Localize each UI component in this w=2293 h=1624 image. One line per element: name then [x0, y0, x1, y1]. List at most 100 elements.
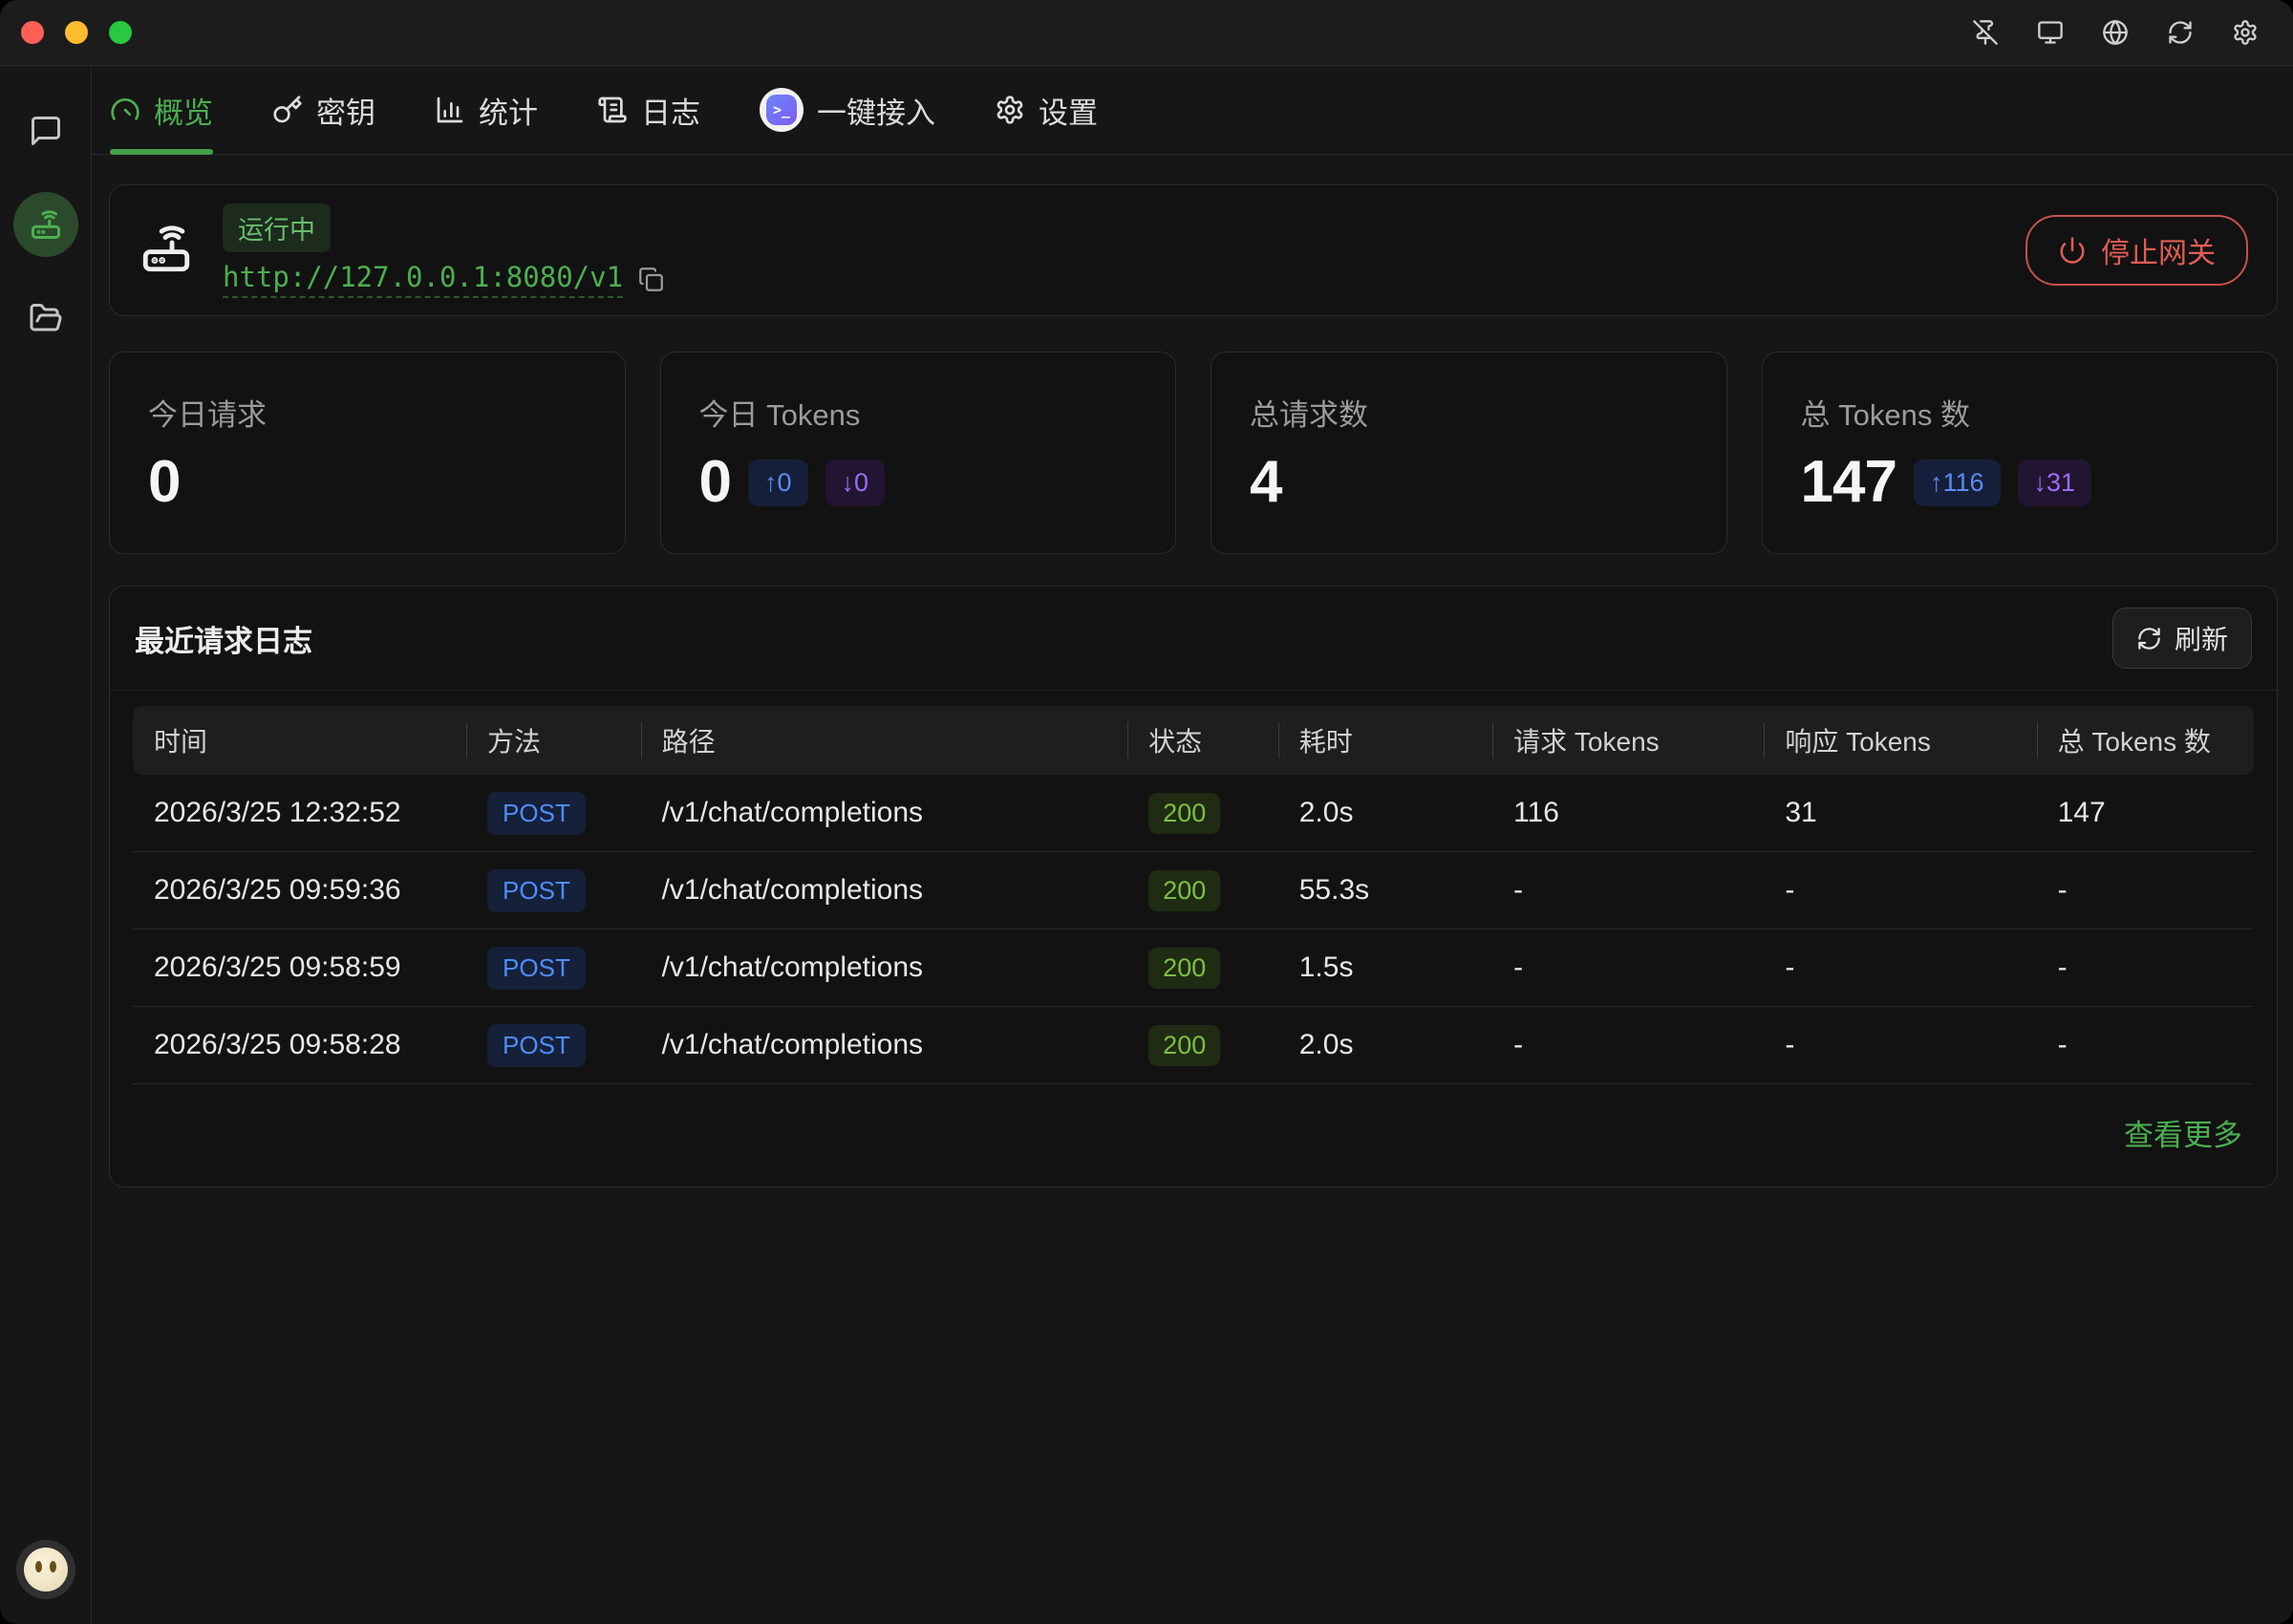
tab-label: 概览	[154, 89, 213, 132]
input-tokens-badge: ↑116	[1914, 459, 2001, 506]
tab-keys[interactable]: 密钥	[272, 66, 375, 154]
table-row: 2026/3/25 09:58:59 POST /v1/chat/complet…	[133, 930, 2254, 1007]
sidebar-item-files[interactable]	[13, 286, 78, 351]
maximize-window-button[interactable]	[109, 21, 132, 44]
stat-cards-row: 今日请求 0 今日 Tokens 0 ↑0 ↓0	[109, 352, 2278, 554]
status-code-badge: 200	[1148, 1025, 1220, 1066]
table-row: 2026/3/25 09:58:28 POST /v1/chat/complet…	[133, 1007, 2254, 1084]
method-badge: POST	[487, 869, 586, 912]
stat-card-today-requests: 今日请求 0	[109, 352, 626, 554]
cell-duration: 1.5s	[1278, 951, 1492, 984]
input-tokens-badge: ↑0	[748, 459, 808, 506]
logs-title: 最近请求日志	[135, 617, 312, 660]
refresh-logs-button[interactable]: 刷新	[2112, 608, 2252, 669]
tab-label: 一键接入	[817, 89, 935, 132]
tab-label: 统计	[479, 89, 538, 132]
refresh-icon	[2136, 626, 2162, 652]
column-header-response-tokens: 响应 Tokens	[1764, 721, 2036, 759]
stat-value: 0	[699, 453, 731, 512]
stop-gateway-button[interactable]: 停止网关	[2025, 215, 2248, 286]
window-controls	[21, 21, 132, 44]
sidebar-item-chat[interactable]	[13, 98, 78, 163]
table-row: 2026/3/25 12:32:52 POST /v1/chat/complet…	[133, 775, 2254, 852]
cell-request-tokens: 116	[1492, 797, 1764, 829]
tab-logs[interactable]: 日志	[597, 66, 700, 154]
key-icon	[272, 95, 303, 125]
gateway-router-icon	[29, 207, 63, 242]
cell-path: /v1/chat/completions	[641, 1029, 1128, 1061]
gear-icon	[995, 95, 1025, 125]
router-icon	[139, 221, 194, 281]
tab-statistics[interactable]: 统计	[435, 66, 538, 154]
pin-off-icon[interactable]	[1972, 19, 1999, 46]
view-more-link[interactable]: 查看更多	[2124, 1111, 2242, 1154]
stat-label: 今日请求	[148, 391, 587, 434]
column-header-total-tokens: 总 Tokens 数	[2037, 721, 2254, 759]
column-header-request-tokens: 请求 Tokens	[1492, 721, 1764, 759]
refresh-icon[interactable]	[2167, 19, 2194, 46]
stat-card-total-tokens: 总 Tokens 数 147 ↑116 ↓31	[1762, 352, 2279, 554]
stat-card-total-requests: 总请求数 4	[1211, 352, 1727, 554]
settings-icon[interactable]	[2232, 19, 2259, 46]
output-tokens-badge: ↓0	[825, 459, 886, 506]
tab-settings[interactable]: 设置	[995, 66, 1098, 154]
stat-card-today-tokens: 今日 Tokens 0 ↑0 ↓0	[660, 352, 1177, 554]
table-row: 2026/3/25 09:59:36 POST /v1/chat/complet…	[133, 852, 2254, 930]
bar-chart-icon	[435, 95, 465, 125]
stat-value: 0	[148, 453, 180, 512]
tab-label: 设置	[1039, 89, 1098, 132]
stat-label: 总请求数	[1250, 391, 1688, 434]
stat-value: 147	[1801, 453, 1897, 512]
sidebar-item-gateway[interactable]	[13, 192, 78, 257]
titlebar	[0, 0, 2293, 66]
cell-request-tokens: -	[1492, 874, 1764, 907]
column-header-status: 状态	[1127, 721, 1278, 759]
terminal-badge-icon: >_	[760, 88, 804, 132]
copy-url-button[interactable]	[638, 267, 664, 292]
cell-total-tokens: -	[2037, 874, 2254, 907]
face-in-clouds-emoji	[24, 1548, 68, 1592]
cell-time: 2026/3/25 09:59:36	[133, 874, 466, 907]
cell-response-tokens: -	[1764, 1029, 2036, 1061]
status-code-badge: 200	[1148, 793, 1220, 834]
minimize-window-button[interactable]	[65, 21, 88, 44]
globe-icon[interactable]	[2102, 19, 2129, 46]
refresh-label: 刷新	[2175, 619, 2228, 657]
cell-total-tokens: -	[2037, 951, 2254, 984]
cell-total-tokens: 147	[2037, 797, 2254, 829]
folder-open-icon	[29, 301, 63, 335]
tab-bar: 概览 密钥 统计 日志 >_ 一键接入	[92, 66, 2293, 155]
method-badge: POST	[487, 792, 586, 835]
power-icon	[2058, 236, 2087, 265]
cell-request-tokens: -	[1492, 1029, 1764, 1061]
stop-gateway-label: 停止网关	[2101, 229, 2216, 271]
cell-duration: 55.3s	[1278, 874, 1492, 907]
close-window-button[interactable]	[21, 21, 44, 44]
column-header-method: 方法	[466, 721, 641, 759]
cell-response-tokens: -	[1764, 951, 2036, 984]
user-avatar[interactable]	[16, 1540, 75, 1599]
cell-response-tokens: -	[1764, 874, 2036, 907]
gauge-icon	[110, 95, 140, 125]
status-code-badge: 200	[1148, 870, 1220, 911]
cell-time: 2026/3/25 12:32:52	[133, 797, 466, 829]
logs-table: 时间 方法 路径 状态 耗时 请求 Tokens 响应 Tokens 总 Tok…	[110, 691, 2277, 1084]
column-header-time: 时间	[133, 721, 466, 759]
cell-response-tokens: 31	[1764, 797, 2036, 829]
cell-path: /v1/chat/completions	[641, 874, 1128, 907]
stat-label: 总 Tokens 数	[1801, 391, 2239, 434]
gateway-url-link[interactable]: http://127.0.0.1:8080/v1	[223, 261, 623, 298]
recent-logs-card: 最近请求日志 刷新 时间 方法 路径 状态 耗时	[109, 586, 2278, 1187]
cell-total-tokens: -	[2037, 1029, 2254, 1061]
display-icon[interactable]	[2037, 19, 2064, 46]
tab-quick-connect[interactable]: >_ 一键接入	[760, 66, 935, 154]
column-header-duration: 耗时	[1278, 721, 1492, 759]
app-window: 概览 密钥 统计 日志 >_ 一键接入	[0, 0, 2293, 1624]
method-badge: POST	[487, 1024, 586, 1067]
stat-value: 4	[1250, 453, 1281, 512]
cell-duration: 2.0s	[1278, 1029, 1492, 1061]
column-header-path: 路径	[641, 721, 1128, 759]
cell-time: 2026/3/25 09:58:59	[133, 951, 466, 984]
cell-duration: 2.0s	[1278, 797, 1492, 829]
tab-overview[interactable]: 概览	[110, 66, 213, 154]
